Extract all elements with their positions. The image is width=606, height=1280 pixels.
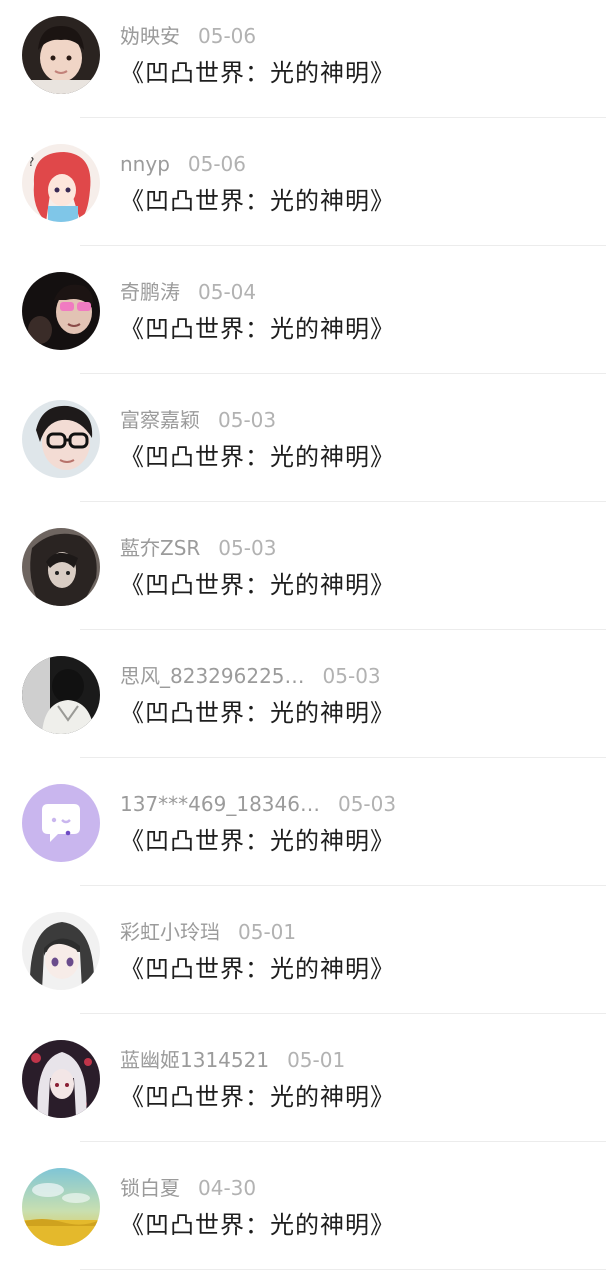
divider <box>80 373 606 374</box>
message-text: 《凹凸世界：光的神明》 <box>120 571 395 599</box>
avatar[interactable] <box>22 528 100 606</box>
message-row[interactable]: 藍夰ZSR 05-03 《凹凸世界：光的神明》 <box>0 512 606 639</box>
sender-name: 蓝幽姬1314521 <box>120 1048 270 1072</box>
message-row[interactable]: ? nnyp 05-06 《凹凸世界：光的神明》 <box>0 128 606 255</box>
message-row[interactable]: 137***469_18346… 05-03 《凹凸世界：光的神明》 <box>0 768 606 895</box>
message-row[interactable]: 彩虹小玲珰 05-01 《凹凸世界：光的神明》 <box>0 896 606 1023</box>
divider <box>80 501 606 502</box>
svg-text:?: ? <box>28 155 34 169</box>
message-text: 《凹凸世界：光的神明》 <box>120 827 395 855</box>
message-text: 《凹凸世界：光的神明》 <box>120 955 395 983</box>
default-chat-icon <box>22 784 100 862</box>
avatar-image <box>22 656 100 734</box>
sender-name: 藍夰ZSR <box>120 536 201 560</box>
message-row[interactable]: 富察嘉颖 05-03 《凹凸世界：光的神明》 <box>0 384 606 511</box>
message-meta: 137***469_18346… 05-03 <box>120 790 396 818</box>
sender-name: 奇鹏涛 <box>120 280 180 304</box>
divider <box>80 757 606 758</box>
message-text: 《凹凸世界：光的神明》 <box>120 315 395 343</box>
avatar-image <box>22 16 100 94</box>
avatar[interactable] <box>22 400 100 478</box>
message-meta: 奇鹏涛 05-04 <box>120 278 256 306</box>
divider <box>80 629 606 630</box>
avatar[interactable] <box>22 1168 100 1246</box>
avatar[interactable] <box>22 16 100 94</box>
sender-name: 137***469_18346… <box>120 792 320 816</box>
message-row[interactable]: 思风_823296225… 05-03 《凹凸世界：光的神明》 <box>0 640 606 767</box>
avatar-image <box>22 1168 100 1246</box>
avatar[interactable] <box>22 784 100 862</box>
message-date: 05-01 <box>238 920 297 944</box>
message-text: 《凹凸世界：光的神明》 <box>120 187 395 215</box>
message-meta: 彩虹小玲珰 05-01 <box>120 918 296 946</box>
sender-name: nnyp <box>120 152 170 176</box>
avatar[interactable]: ? <box>22 144 100 222</box>
message-row[interactable]: 锁白夏 04-30 《凹凸世界：光的神明》 <box>0 1152 606 1279</box>
message-text: 《凹凸世界：光的神明》 <box>120 443 395 471</box>
message-text: 《凹凸世界：光的神明》 <box>120 59 395 87</box>
message-date: 04-30 <box>198 1176 257 1200</box>
divider <box>80 1141 606 1142</box>
message-meta: 锁白夏 04-30 <box>120 1174 256 1202</box>
message-meta: 蓝幽姬1314521 05-01 <box>120 1046 345 1074</box>
message-row[interactable]: 蓝幽姬1314521 05-01 《凹凸世界：光的神明》 <box>0 1024 606 1151</box>
avatar[interactable] <box>22 656 100 734</box>
message-meta: 富察嘉颖 05-03 <box>120 406 276 434</box>
sender-name: 妫映安 <box>120 24 180 48</box>
message-meta: 思风_823296225… 05-03 <box>120 662 381 690</box>
message-meta: 妫映安 05-06 <box>120 22 256 50</box>
message-meta: nnyp 05-06 <box>120 150 246 178</box>
avatar-image <box>22 528 100 606</box>
message-date: 05-04 <box>198 280 257 304</box>
avatar-image <box>22 272 100 350</box>
sender-name: 彩虹小玲珰 <box>120 920 220 944</box>
sender-name: 思风_823296225… <box>120 664 305 688</box>
message-date: 05-03 <box>337 792 397 816</box>
avatar[interactable] <box>22 272 100 350</box>
message-date: 05-03 <box>218 536 277 560</box>
sender-name: 富察嘉颖 <box>120 408 200 432</box>
message-date: 05-03 <box>218 408 277 432</box>
message-date: 05-01 <box>287 1048 346 1072</box>
message-text: 《凹凸世界：光的神明》 <box>120 1083 395 1111</box>
avatar[interactable] <box>22 912 100 990</box>
message-date: 05-06 <box>187 152 247 176</box>
message-row[interactable]: 妫映安 05-06 《凹凸世界：光的神明》 <box>0 0 606 127</box>
message-meta: 藍夰ZSR 05-03 <box>120 534 276 562</box>
divider <box>80 1269 606 1270</box>
avatar[interactable] <box>22 1040 100 1118</box>
message-list: 妫映安 05-06 《凹凸世界：光的神明》 ? nnyp 05-06 《凹凸世界：光… <box>0 0 606 1280</box>
divider <box>80 117 606 118</box>
message-text: 《凹凸世界：光的神明》 <box>120 1211 395 1239</box>
avatar-image: ? <box>22 144 100 222</box>
message-date: 05-03 <box>322 664 381 688</box>
sender-name: 锁白夏 <box>120 1176 180 1200</box>
avatar-image <box>22 912 100 990</box>
divider <box>80 245 606 246</box>
message-text: 《凹凸世界：光的神明》 <box>120 699 395 727</box>
message-row[interactable]: 奇鹏涛 05-04 《凹凸世界：光的神明》 <box>0 256 606 383</box>
message-date: 05-06 <box>198 24 257 48</box>
avatar-image <box>22 400 100 478</box>
divider <box>80 1013 606 1014</box>
avatar-image <box>22 1040 100 1118</box>
divider <box>80 885 606 886</box>
